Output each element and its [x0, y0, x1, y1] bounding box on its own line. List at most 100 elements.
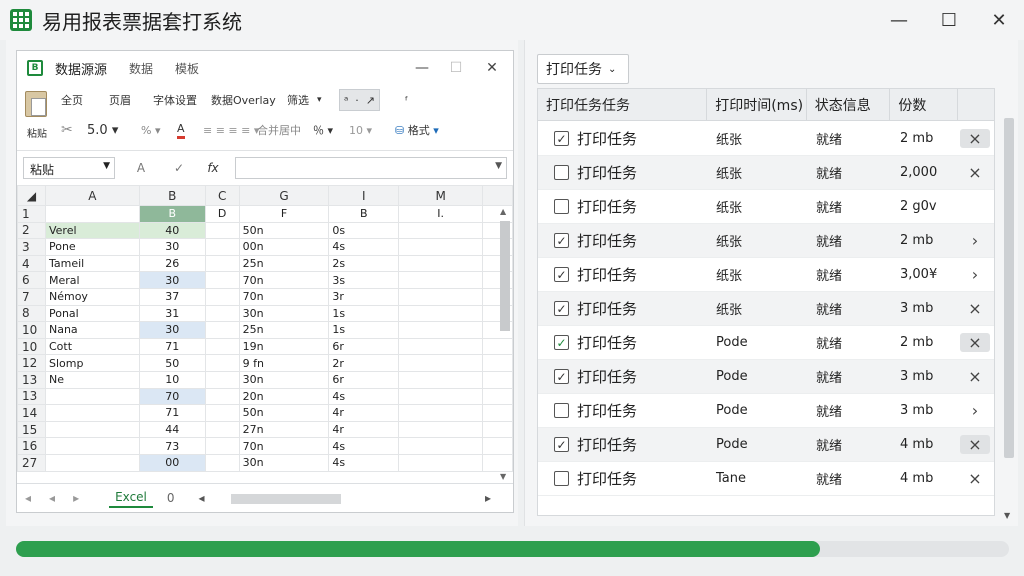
cancel-icon[interactable]: A [129, 157, 153, 179]
check-icon[interactable]: ✓ [167, 157, 191, 179]
task-checkbox[interactable]: ✓ [554, 233, 569, 248]
task-checkbox[interactable]: ✓ [554, 335, 569, 350]
formula-input[interactable]: ▼ [235, 157, 507, 179]
merge-center-button[interactable]: 合并居中 [257, 119, 301, 141]
column-header[interactable]: G [238, 185, 330, 206]
task-checkbox[interactable]: ✓ [554, 369, 569, 384]
maximize-button[interactable]: ☐ [924, 0, 974, 40]
sheet-cell[interactable]: Pone [44, 238, 140, 256]
task-row[interactable]: ✓ 打印任务 纸张 就绪 2 mb × [538, 122, 994, 156]
remove-icon[interactable]: × [960, 435, 990, 454]
row-header[interactable]: 7 [17, 287, 46, 306]
column-header[interactable]: I [328, 185, 400, 206]
sheet-cell[interactable]: 71 [138, 337, 206, 356]
task-checkbox[interactable] [554, 165, 569, 180]
column-header[interactable]: B [138, 185, 206, 206]
sheet-cell[interactable] [398, 370, 484, 389]
expand-icon[interactable]: › [960, 265, 990, 284]
sheet-cell[interactable]: Ne [44, 370, 140, 389]
sheet-cell[interactable]: 25n [238, 321, 330, 339]
sheet-cell[interactable] [204, 370, 240, 389]
tab-template[interactable]: 模板 [175, 60, 199, 77]
sheet-cell[interactable]: 30 [138, 271, 206, 289]
sheet-cell[interactable]: 30n [238, 370, 330, 389]
chevron-down-icon[interactable]: ▾ [317, 89, 322, 111]
column-header[interactable]: M [398, 185, 484, 206]
sheet-cell[interactable]: D [204, 205, 240, 223]
task-row[interactable]: ✓ 打印任务 Pode 就绪 4 mb × [538, 428, 994, 462]
scroll-left-icon[interactable]: ◂ [199, 491, 205, 505]
sheet-cell[interactable]: B [328, 205, 400, 223]
sheet-cell[interactable]: 0s [328, 221, 400, 240]
sheet-cell[interactable]: Meral [44, 271, 140, 289]
scroll-up-icon[interactable]: ▲ [500, 207, 506, 216]
sheet-cell[interactable] [398, 337, 484, 356]
task-row[interactable]: ✓ 打印任务 Pode 就绪 2 mb × [538, 326, 994, 360]
task-row[interactable]: ✓ 打印任务 纸张 就绪 2 mb › [538, 224, 994, 258]
sheet-cell[interactable]: 30 [138, 321, 206, 339]
task-row[interactable]: ✓ 打印任务 纸张 就绪 3,00¥ › [538, 258, 994, 292]
print-task-dropdown[interactable]: 打印任务 ⌄ [537, 54, 629, 84]
task-checkbox[interactable] [554, 471, 569, 486]
ribbon-fullpage[interactable]: 全页 [61, 89, 83, 111]
sheet-tab-0[interactable]: 0 [167, 491, 175, 505]
task-checkbox[interactable] [554, 199, 569, 214]
sheet-cell[interactable]: F [238, 205, 330, 223]
sheet-cell[interactable]: 50n [238, 221, 330, 240]
sheet-cell[interactable]: 6r [328, 370, 400, 389]
row-header[interactable]: 12 [17, 354, 46, 372]
sheet-cell[interactable] [44, 205, 140, 223]
sheet-cell[interactable]: B [138, 205, 206, 223]
vertical-scrollbar[interactable]: ▲ ▼ [499, 207, 511, 481]
scroll-down-icon[interactable]: ▼ [500, 472, 506, 481]
sheet-cell[interactable]: 70n [238, 437, 330, 455]
row-header[interactable]: 8 [17, 304, 46, 323]
paste-icon[interactable] [25, 91, 47, 117]
sheet-cell[interactable] [398, 304, 484, 323]
ribbon-filter[interactable]: 筛选 [287, 89, 309, 111]
ribbon-data-overlay[interactable]: 数据Overlay [211, 89, 276, 111]
sheet-cell[interactable] [398, 453, 484, 472]
sheet-cell[interactable] [44, 420, 140, 439]
task-row[interactable]: 打印任务 Tane 就绪 4 mb × [538, 462, 994, 496]
header-copies[interactable]: 份数 [890, 89, 959, 120]
row-header[interactable]: 3 [17, 238, 46, 256]
task-row[interactable]: 打印任务 Pode 就绪 3 mb › [538, 394, 994, 428]
percent-format-button[interactable]: % ▾ [141, 119, 160, 141]
sheet-cell[interactable] [204, 254, 240, 273]
sheet-cell[interactable] [204, 420, 240, 439]
sheet-cell[interactable]: 4r [328, 420, 400, 439]
sheet-cell[interactable]: 4s [328, 387, 400, 406]
sheet-cell[interactable]: 37 [138, 287, 206, 306]
sheet-cell[interactable]: 9 fn [238, 354, 330, 372]
row-header[interactable]: 15 [17, 420, 46, 439]
number-format-button[interactable]: ％ ▾ [313, 119, 333, 141]
sheet-cell[interactable]: 1s [328, 304, 400, 323]
sheet-cell[interactable]: 70 [138, 387, 206, 406]
sheet-cell[interactable]: Némoy [44, 287, 140, 306]
sheet-cell[interactable] [398, 404, 484, 422]
fx-icon[interactable]: fx [201, 157, 225, 179]
header-status[interactable]: 状态信息 [807, 89, 891, 120]
task-row[interactable]: ✓ 打印任务 纸张 就绪 3 mb × [538, 292, 994, 326]
sheet-cell[interactable] [44, 404, 140, 422]
close-button[interactable]: ✕ [974, 0, 1024, 40]
task-scrollbar[interactable]: ▼ [1004, 88, 1014, 520]
sheet-cell[interactable]: 30 [138, 238, 206, 256]
scroll-down-icon[interactable]: ▼ [1004, 511, 1010, 520]
sheet-cell[interactable]: Ponal [44, 304, 140, 323]
align-icons[interactable]: ≡ ≡ ≡ ≡ ▾ [203, 119, 259, 141]
expand-icon[interactable]: › [960, 401, 990, 420]
minimize-button[interactable]: — [874, 0, 924, 40]
sheet-cell[interactable]: 4s [328, 437, 400, 455]
row-header[interactable]: 16 [17, 437, 46, 455]
sheet-cell[interactable]: 6r [328, 337, 400, 356]
sheet-cell[interactable] [204, 404, 240, 422]
sheet-cell[interactable] [204, 321, 240, 339]
name-box[interactable]: 粘贴 ▼ [23, 157, 115, 179]
sheet-cell[interactable] [204, 437, 240, 455]
task-scroll-thumb[interactable] [1004, 118, 1014, 458]
sheet-cell[interactable] [398, 254, 484, 273]
sheet-cell[interactable] [44, 437, 140, 455]
task-checkbox[interactable]: ✓ [554, 437, 569, 452]
